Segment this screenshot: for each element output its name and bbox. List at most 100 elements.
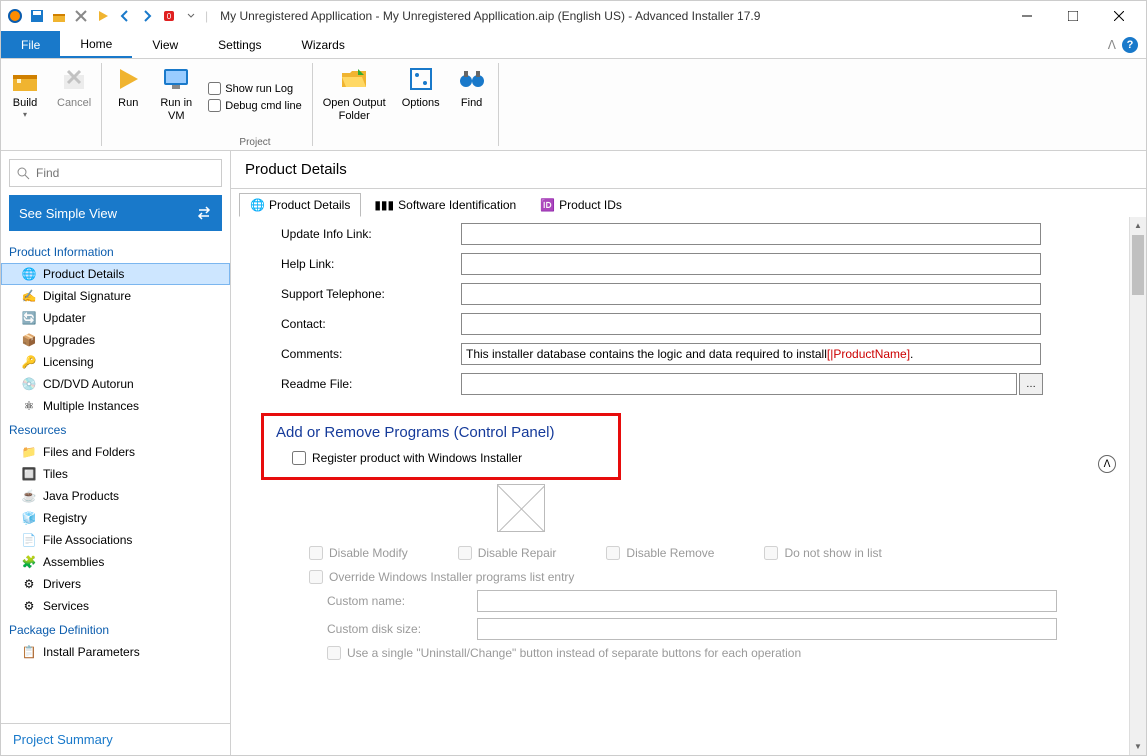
tab-software-id[interactable]: ▮▮▮Software Identification (363, 193, 527, 217)
run-icon (112, 63, 144, 95)
main-panel: Product Details 🌐Product Details ▮▮▮Soft… (231, 151, 1146, 755)
readme-label: Readme File: (281, 377, 461, 391)
simple-view-button[interactable]: See Simple View (9, 195, 222, 231)
options-button[interactable]: Options (394, 59, 448, 150)
support-tel-input[interactable] (461, 283, 1041, 305)
vertical-scrollbar[interactable]: ▲ ▼ (1129, 217, 1146, 755)
forward-icon[interactable] (137, 6, 157, 26)
detail-tabs: 🌐Product Details ▮▮▮Software Identificat… (231, 189, 1146, 217)
nav-upgrades[interactable]: 📦Upgrades (1, 329, 230, 351)
nav-install-parameters[interactable]: 📋Install Parameters (1, 641, 230, 663)
upgrades-icon: 📦 (21, 332, 37, 348)
custom-disk-input[interactable] (477, 618, 1057, 640)
run-button[interactable]: Run (104, 59, 152, 150)
notification-icon[interactable]: 0 (159, 6, 179, 26)
window-title: My Unregistered Appllication - My Unregi… (220, 9, 1004, 23)
disable-modify-checkbox[interactable]: Disable Modify (309, 546, 408, 560)
tab-product-details[interactable]: 🌐Product Details (239, 193, 361, 217)
licensing-icon: 🔑 (21, 354, 37, 370)
find-button[interactable]: Find (448, 59, 496, 150)
nav-multiple-instances[interactable]: ⚛Multiple Instances (1, 395, 230, 417)
swap-icon (196, 205, 212, 221)
maximize-button[interactable] (1050, 1, 1096, 31)
tab-view[interactable]: View (132, 31, 198, 58)
nav-digital-signature[interactable]: ✍Digital Signature (1, 285, 230, 307)
nav-section-resources: Resources (1, 417, 230, 441)
nav-section-package-def: Package Definition (1, 617, 230, 641)
debug-cmd-checkbox[interactable]: Debug cmd line (200, 97, 309, 114)
override-checkbox[interactable]: Override Windows Installer programs list… (309, 570, 1122, 584)
title-bar: 0 | My Unregistered Appllication - My Un… (1, 1, 1146, 31)
nav-licensing[interactable]: 🔑Licensing (1, 351, 230, 373)
binoculars-icon (456, 63, 488, 95)
contact-input[interactable] (461, 313, 1041, 335)
back-icon[interactable] (115, 6, 135, 26)
update-info-label: Update Info Link: (281, 227, 461, 241)
minimize-button[interactable] (1004, 1, 1050, 31)
cancel-icon[interactable] (71, 6, 91, 26)
build-button[interactable]: Build ▾ (1, 59, 49, 150)
file-menu[interactable]: File (1, 31, 60, 58)
quick-access-toolbar: 0 (5, 6, 201, 26)
disc-icon: 💿 (21, 376, 37, 392)
collapse-ribbon-icon[interactable]: ᐱ (1108, 38, 1116, 52)
nav-files-folders[interactable]: 📁Files and Folders (1, 441, 230, 463)
nav-updater[interactable]: 🔄Updater (1, 307, 230, 329)
nav-drivers[interactable]: ⚙Drivers (1, 573, 230, 595)
tab-home[interactable]: Home (60, 31, 132, 58)
disable-remove-checkbox[interactable]: Disable Remove (606, 546, 714, 560)
tab-product-ids[interactable]: 🆔Product IDs (529, 193, 633, 217)
help-link-input[interactable] (461, 253, 1041, 275)
globe-icon: 🌐 (250, 198, 265, 212)
nav-cddvd-autorun[interactable]: 💿CD/DVD Autorun (1, 373, 230, 395)
nav-file-associations[interactable]: 📄File Associations (1, 529, 230, 551)
show-run-log-checkbox[interactable]: Show run Log (200, 80, 309, 97)
menu-tabbar: File Home View Settings Wizards ᐱ ? (1, 31, 1146, 59)
nav-section-product-info: Product Information (1, 239, 230, 263)
run-in-vm-button[interactable]: Run in VM (152, 59, 200, 150)
left-nav: See Simple View Product Information 🌐Pro… (1, 151, 231, 755)
barcode-icon: ▮▮▮ (374, 198, 394, 212)
collapse-section-icon[interactable]: ᐱ (1098, 455, 1116, 473)
svg-text:0: 0 (167, 12, 172, 21)
open-output-button[interactable]: Open Output Folder (315, 59, 394, 150)
page-title: Product Details (231, 151, 1146, 189)
registry-icon: 🧊 (21, 510, 37, 526)
nav-assemblies[interactable]: 🧩Assemblies (1, 551, 230, 573)
disable-repair-checkbox[interactable]: Disable Repair (458, 546, 557, 560)
run-icon[interactable] (93, 6, 113, 26)
help-icon[interactable]: ? (1122, 37, 1138, 53)
tab-wizards[interactable]: Wizards (282, 31, 365, 58)
nav-tiles[interactable]: 🔲Tiles (1, 463, 230, 485)
register-checkbox[interactable]: Register product with Windows Installer (292, 451, 606, 465)
qat-dropdown-icon[interactable] (181, 6, 201, 26)
comments-input[interactable]: This installer database contains the log… (461, 343, 1041, 365)
nav-tree[interactable]: Product Information 🌐Product Details ✍Di… (1, 239, 230, 723)
update-info-input[interactable] (461, 223, 1041, 245)
custom-name-input[interactable] (477, 590, 1057, 612)
nav-registry[interactable]: 🧊Registry (1, 507, 230, 529)
nav-product-details[interactable]: 🌐Product Details (1, 263, 230, 285)
nav-java-products[interactable]: ☕Java Products (1, 485, 230, 507)
scroll-up-icon[interactable]: ▲ (1130, 217, 1146, 234)
nav-services[interactable]: ⚙Services (1, 595, 230, 617)
find-input[interactable] (9, 159, 222, 187)
tab-settings[interactable]: Settings (198, 31, 281, 58)
icon-placeholder[interactable] (497, 484, 545, 532)
scroll-down-icon[interactable]: ▼ (1130, 738, 1146, 755)
id-icon: 🆔 (540, 198, 555, 212)
do-not-show-checkbox[interactable]: Do not show in list (764, 546, 881, 560)
app-icon[interactable] (5, 6, 25, 26)
file-assoc-icon: 📄 (21, 532, 37, 548)
single-button-checkbox[interactable]: Use a single "Uninstall/Change" button i… (327, 646, 1122, 660)
close-button[interactable] (1096, 1, 1142, 31)
scroll-thumb[interactable] (1132, 235, 1144, 295)
save-icon[interactable] (27, 6, 47, 26)
java-icon: ☕ (21, 488, 37, 504)
project-summary-link[interactable]: Project Summary (1, 723, 230, 755)
readme-input[interactable] (461, 373, 1017, 395)
cancel-button[interactable]: Cancel (49, 59, 99, 150)
readme-browse-button[interactable]: … (1019, 373, 1043, 395)
custom-disk-label: Custom disk size: (327, 622, 477, 636)
build-icon[interactable] (49, 6, 69, 26)
